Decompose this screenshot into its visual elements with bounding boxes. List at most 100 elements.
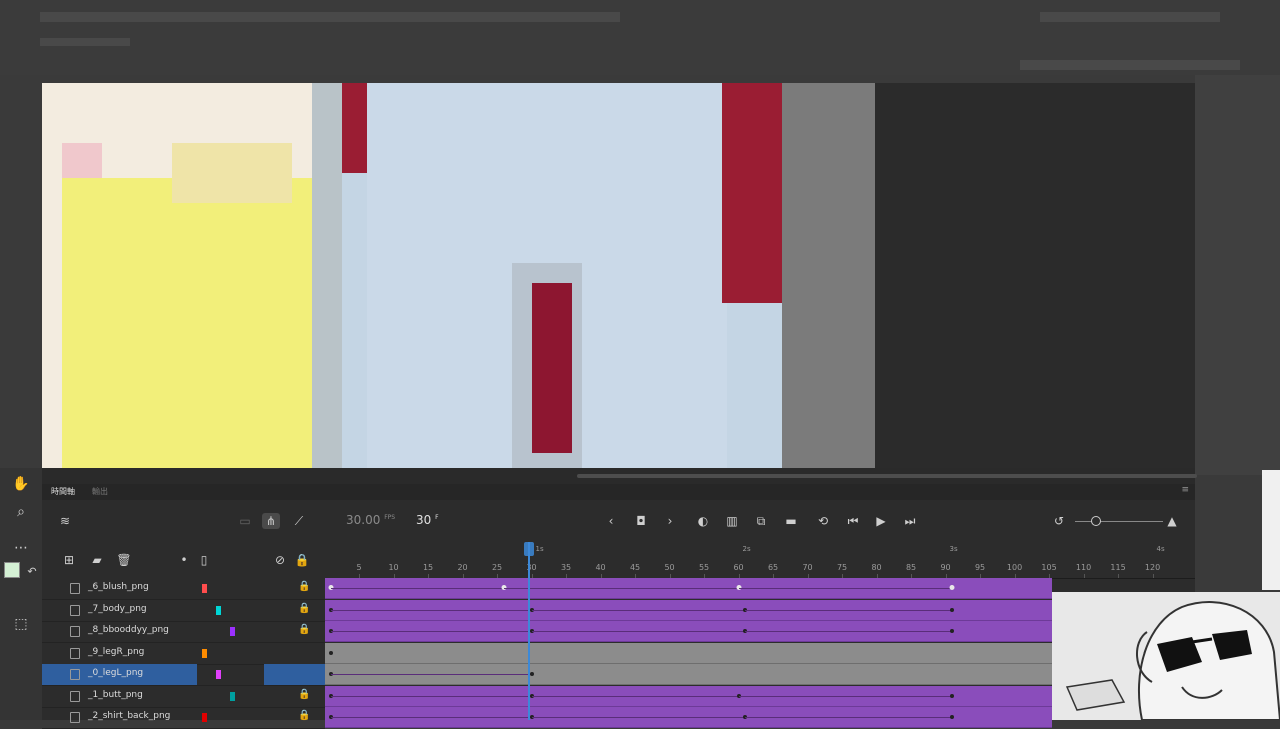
lock-icon[interactable]: 🔒 [298, 624, 310, 635]
parent-link-marker[interactable] [216, 670, 221, 679]
lock-icon[interactable]: 🔒 [298, 581, 310, 592]
parent-link-marker[interactable] [202, 584, 207, 593]
layer-row[interactable]: _6_blush_png 🔒 [42, 578, 325, 600]
new-layer-icon[interactable]: ⊞ [60, 552, 78, 568]
tab-timeline[interactable]: 時間軸 [51, 486, 75, 497]
camera-icon[interactable]: ▭ [236, 513, 254, 529]
layer-track[interactable] [325, 578, 1052, 599]
fps-readout[interactable]: 30.00 FPS [346, 513, 395, 527]
tab-output[interactable]: 輸出 [92, 486, 108, 497]
layer-type-icon [70, 604, 80, 616]
keyframe[interactable] [329, 650, 334, 655]
next-keyframe-icon[interactable]: › [661, 513, 679, 529]
ruler-seconds-marker: 2s [742, 545, 751, 553]
layer-row[interactable]: _0_legL_png [42, 664, 325, 686]
ruler-frame-number: 15 [422, 563, 434, 572]
layer-track[interactable] [325, 707, 1052, 728]
zoom-tool-icon[interactable]: ⌕ [11, 502, 31, 522]
outline-icon[interactable]: ▯ [195, 552, 213, 568]
parent-link-marker[interactable] [230, 691, 235, 701]
fit-icon[interactable]: ▲ [1163, 513, 1181, 529]
layer-track[interactable] [325, 621, 1052, 642]
layers-icon[interactable]: ≋ [56, 513, 74, 529]
layer-track[interactable] [325, 642, 1052, 664]
zoom-slider-knob[interactable] [1091, 516, 1101, 526]
onion-skin-icon[interactable]: ◐ [694, 513, 712, 529]
loop-icon[interactable]: ⟲ [814, 513, 832, 529]
lock-icon[interactable]: 🔒 [298, 603, 310, 614]
keyframe[interactable] [950, 693, 955, 698]
layer-track[interactable] [325, 599, 1052, 621]
fill-color-swatch[interactable] [4, 562, 20, 578]
swap-colors-icon[interactable]: ↶ [22, 562, 42, 582]
layer-name[interactable]: _1_butt_png [88, 690, 143, 700]
highlight-dot-icon[interactable]: • [175, 552, 193, 568]
insert-blank-icon[interactable]: ▬ [782, 513, 800, 529]
webcam-overlay [1052, 592, 1280, 720]
layer-row[interactable]: _8_bbooddyy_png 🔒 [42, 621, 325, 643]
center-frame-icon[interactable]: ⧉ [752, 513, 770, 529]
layer-tools: ⊞ ▰ 🗑 • ▯ ⊘ 🔒 [42, 542, 325, 578]
transform-tool-icon[interactable]: ⬚ [11, 614, 31, 634]
lock-icon[interactable]: 🔒 [298, 710, 310, 721]
scrollbar-thumb[interactable] [577, 474, 1197, 478]
pasteboard [875, 83, 1195, 468]
parent-link-marker[interactable] [230, 627, 235, 636]
undo-zoom-icon[interactable]: ↺ [1050, 513, 1068, 529]
panel-tabs: 時間軸 輸出 ≡ [42, 484, 1195, 500]
insert-keyframe-icon[interactable]: ◘ [632, 513, 650, 529]
stage-scrollbar[interactable] [42, 468, 1197, 484]
lock-all-icon[interactable]: 🔒 [293, 552, 311, 568]
keyframe[interactable] [949, 585, 955, 590]
keyframe[interactable] [950, 715, 955, 719]
layer-type-icon [70, 669, 80, 680]
current-frame-readout[interactable]: 30 F [416, 513, 439, 527]
keyframe[interactable] [950, 629, 955, 633]
layer-row[interactable]: _2_shirt_back_png 🔒 [42, 707, 325, 729]
more-tools-icon[interactable]: ⋯ [11, 538, 31, 558]
layer-type-icon [70, 583, 80, 594]
parent-link-marker[interactable] [202, 713, 207, 722]
zoom-slider[interactable] [1075, 521, 1163, 522]
panel-menu-icon[interactable]: ≡ [1181, 485, 1189, 495]
playhead-handle[interactable] [524, 542, 534, 556]
tween-line [745, 609, 953, 611]
layer-name[interactable]: _9_legR_png [88, 647, 144, 657]
layer-name[interactable]: _6_blush_png [88, 582, 149, 592]
graph-icon[interactable]: ⟋ [290, 513, 308, 529]
keyframe[interactable] [529, 672, 534, 676]
layer-row[interactable]: _1_butt_png 🔒 [42, 686, 325, 708]
edit-multiple-frames-icon[interactable]: ▥ [723, 513, 741, 529]
layer-name[interactable]: _7_body_png [88, 604, 147, 614]
parent-link-marker[interactable] [202, 648, 207, 658]
layer-name[interactable]: _0_legL_png [88, 668, 143, 678]
play-icon[interactable]: ▶ [872, 513, 890, 529]
ruler-tick [1083, 574, 1085, 578]
parenting-view-icon[interactable]: ⋔ [262, 513, 280, 529]
keyframe[interactable] [950, 607, 955, 612]
ruler-frame-number: 110 [1075, 563, 1092, 572]
dog-drawing [1065, 601, 1280, 720]
layer-track[interactable] [325, 664, 1052, 685]
hide-all-icon[interactable]: ⊘ [271, 552, 289, 568]
new-folder-icon[interactable]: ▰ [88, 552, 106, 568]
ruler-frame-number: 70 [802, 563, 813, 572]
stage-canvas[interactable] [42, 83, 875, 468]
ruler-frame-number: 35 [560, 563, 572, 572]
layer-track[interactable] [325, 685, 1052, 707]
frame-grid[interactable] [325, 578, 1052, 728]
hand-tool-icon[interactable]: ✋ [11, 474, 31, 494]
tween-line [531, 631, 746, 632]
ruler-tick [1118, 574, 1120, 578]
layer-row[interactable]: _9_legR_png [42, 643, 325, 665]
lock-icon[interactable]: 🔒 [298, 689, 310, 700]
prev-keyframe-icon[interactable]: ‹ [602, 513, 620, 529]
step-forward-icon[interactable]: ⏭ [901, 513, 919, 529]
delete-layer-icon[interactable]: 🗑 [115, 552, 133, 568]
playhead[interactable] [528, 542, 530, 720]
layer-name[interactable]: _8_bbooddyy_png [88, 625, 169, 635]
parent-link-marker[interactable] [216, 605, 221, 615]
frame-ruler[interactable]: 5 10 15 20 25 30 35 40 45 50 55 60 65 70 75 80 85 90 95 100… [325, 542, 1195, 579]
step-back-icon[interactable]: ⏮ [844, 513, 862, 529]
layer-row[interactable]: _7_body_png 🔒 [42, 600, 325, 622]
